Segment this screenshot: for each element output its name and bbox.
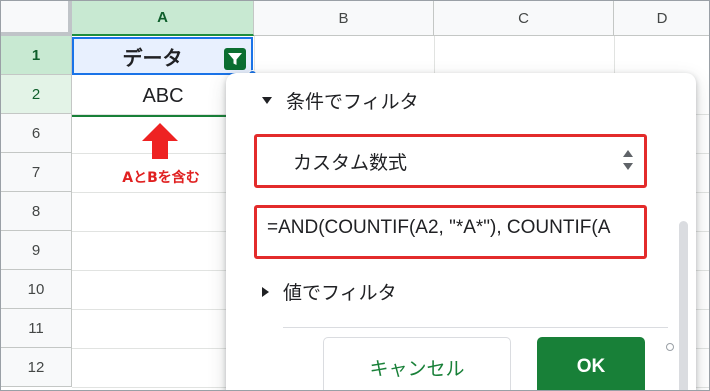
- row-header-7[interactable]: 7: [1, 153, 72, 192]
- condition-select[interactable]: カスタム数式: [254, 134, 647, 188]
- row-header-12[interactable]: 12: [1, 348, 72, 387]
- filter-by-value-label: 値でフィルタ: [283, 282, 397, 304]
- column-header-d[interactable]: D: [614, 1, 709, 36]
- column-header-a[interactable]: A: [72, 1, 254, 36]
- row-header-6[interactable]: 6: [1, 114, 72, 153]
- filter-by-condition-toggle[interactable]: 条件でフィルタ: [262, 87, 419, 114]
- condition-select-value: カスタム数式: [293, 152, 408, 174]
- column-header-b[interactable]: B: [254, 1, 434, 36]
- select-all-corner[interactable]: [1, 1, 72, 36]
- row-header-8[interactable]: 8: [1, 192, 72, 231]
- menu-scrollbar[interactable]: [679, 221, 688, 390]
- filter-icon: [228, 53, 242, 65]
- ok-button[interactable]: OK: [537, 337, 645, 390]
- filter-by-condition-label: 条件でフィルタ: [286, 91, 419, 113]
- annotation-label: AとBを含む: [122, 170, 200, 186]
- filter-menu: 条件でフィルタ カスタム数式 =AND(COUNTIF(A2, "*A*"), …: [226, 73, 696, 390]
- row-header-10[interactable]: 10: [1, 270, 72, 309]
- caret-down-icon: [262, 97, 272, 104]
- up-arrow-icon: [142, 123, 178, 159]
- select-updown-icon: [623, 150, 633, 170]
- filter-button[interactable]: [224, 48, 246, 70]
- filter-by-value-toggle[interactable]: 値でフィルタ: [262, 278, 397, 305]
- row-header-2[interactable]: 2: [1, 75, 72, 114]
- custom-formula-input[interactable]: =AND(COUNTIF(A2, "*A*"), COUNTIF(A: [254, 205, 647, 259]
- column-header-c[interactable]: C: [434, 1, 614, 36]
- resize-handle[interactable]: [666, 343, 674, 351]
- spreadsheet-window: A B C D 1 2 6 7 8 9 10 11 12 データ ABC AとB…: [0, 0, 710, 391]
- row-header-11[interactable]: 11: [1, 309, 72, 348]
- cancel-button[interactable]: キャンセル: [323, 337, 511, 390]
- caret-right-icon: [262, 286, 269, 297]
- row-header-1[interactable]: 1: [1, 36, 72, 75]
- custom-formula-value: =AND(COUNTIF(A2, "*A*"), COUNTIF(A: [267, 217, 611, 238]
- menu-divider: [283, 327, 668, 328]
- row-header-9[interactable]: 9: [1, 231, 72, 270]
